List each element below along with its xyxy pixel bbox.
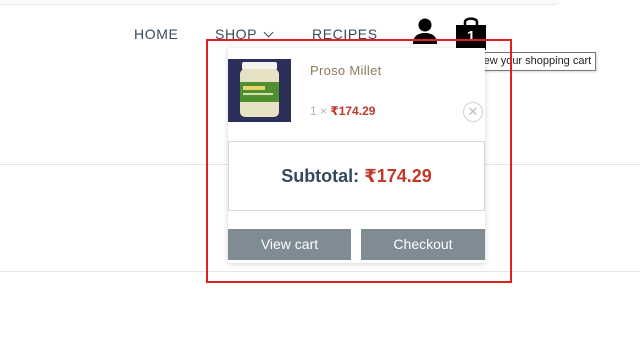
item-quantity: 1 × <box>310 104 328 118</box>
view-cart-button[interactable]: View cart <box>228 229 351 260</box>
page: HOME SHOP RECIPES 1 View your shopping c… <box>0 0 640 352</box>
subtotal-amount: ₹174.29 <box>364 166 432 186</box>
checkout-button[interactable]: Checkout <box>361 229 485 260</box>
product-name-link[interactable]: Proso Millet <box>310 63 382 78</box>
subtotal-box: Subtotal: ₹174.29 <box>228 141 485 211</box>
mini-cart-dropdown: Proso Millet 1 × ₹174.29 ✕ Subtotal: ₹17… <box>228 48 485 263</box>
item-price: ₹174.29 <box>330 104 376 118</box>
remove-item-button[interactable]: ✕ <box>463 102 483 122</box>
millet-jar-image[interactable] <box>228 59 291 122</box>
top-bar-edge <box>0 0 560 5</box>
nav-home-link[interactable]: HOME <box>134 26 178 42</box>
item-quantity-price: 1 × ₹174.29 <box>310 104 375 118</box>
chevron-down-icon <box>263 27 274 38</box>
subtotal-label: Subtotal: <box>281 166 360 186</box>
close-icon: ✕ <box>467 104 479 119</box>
